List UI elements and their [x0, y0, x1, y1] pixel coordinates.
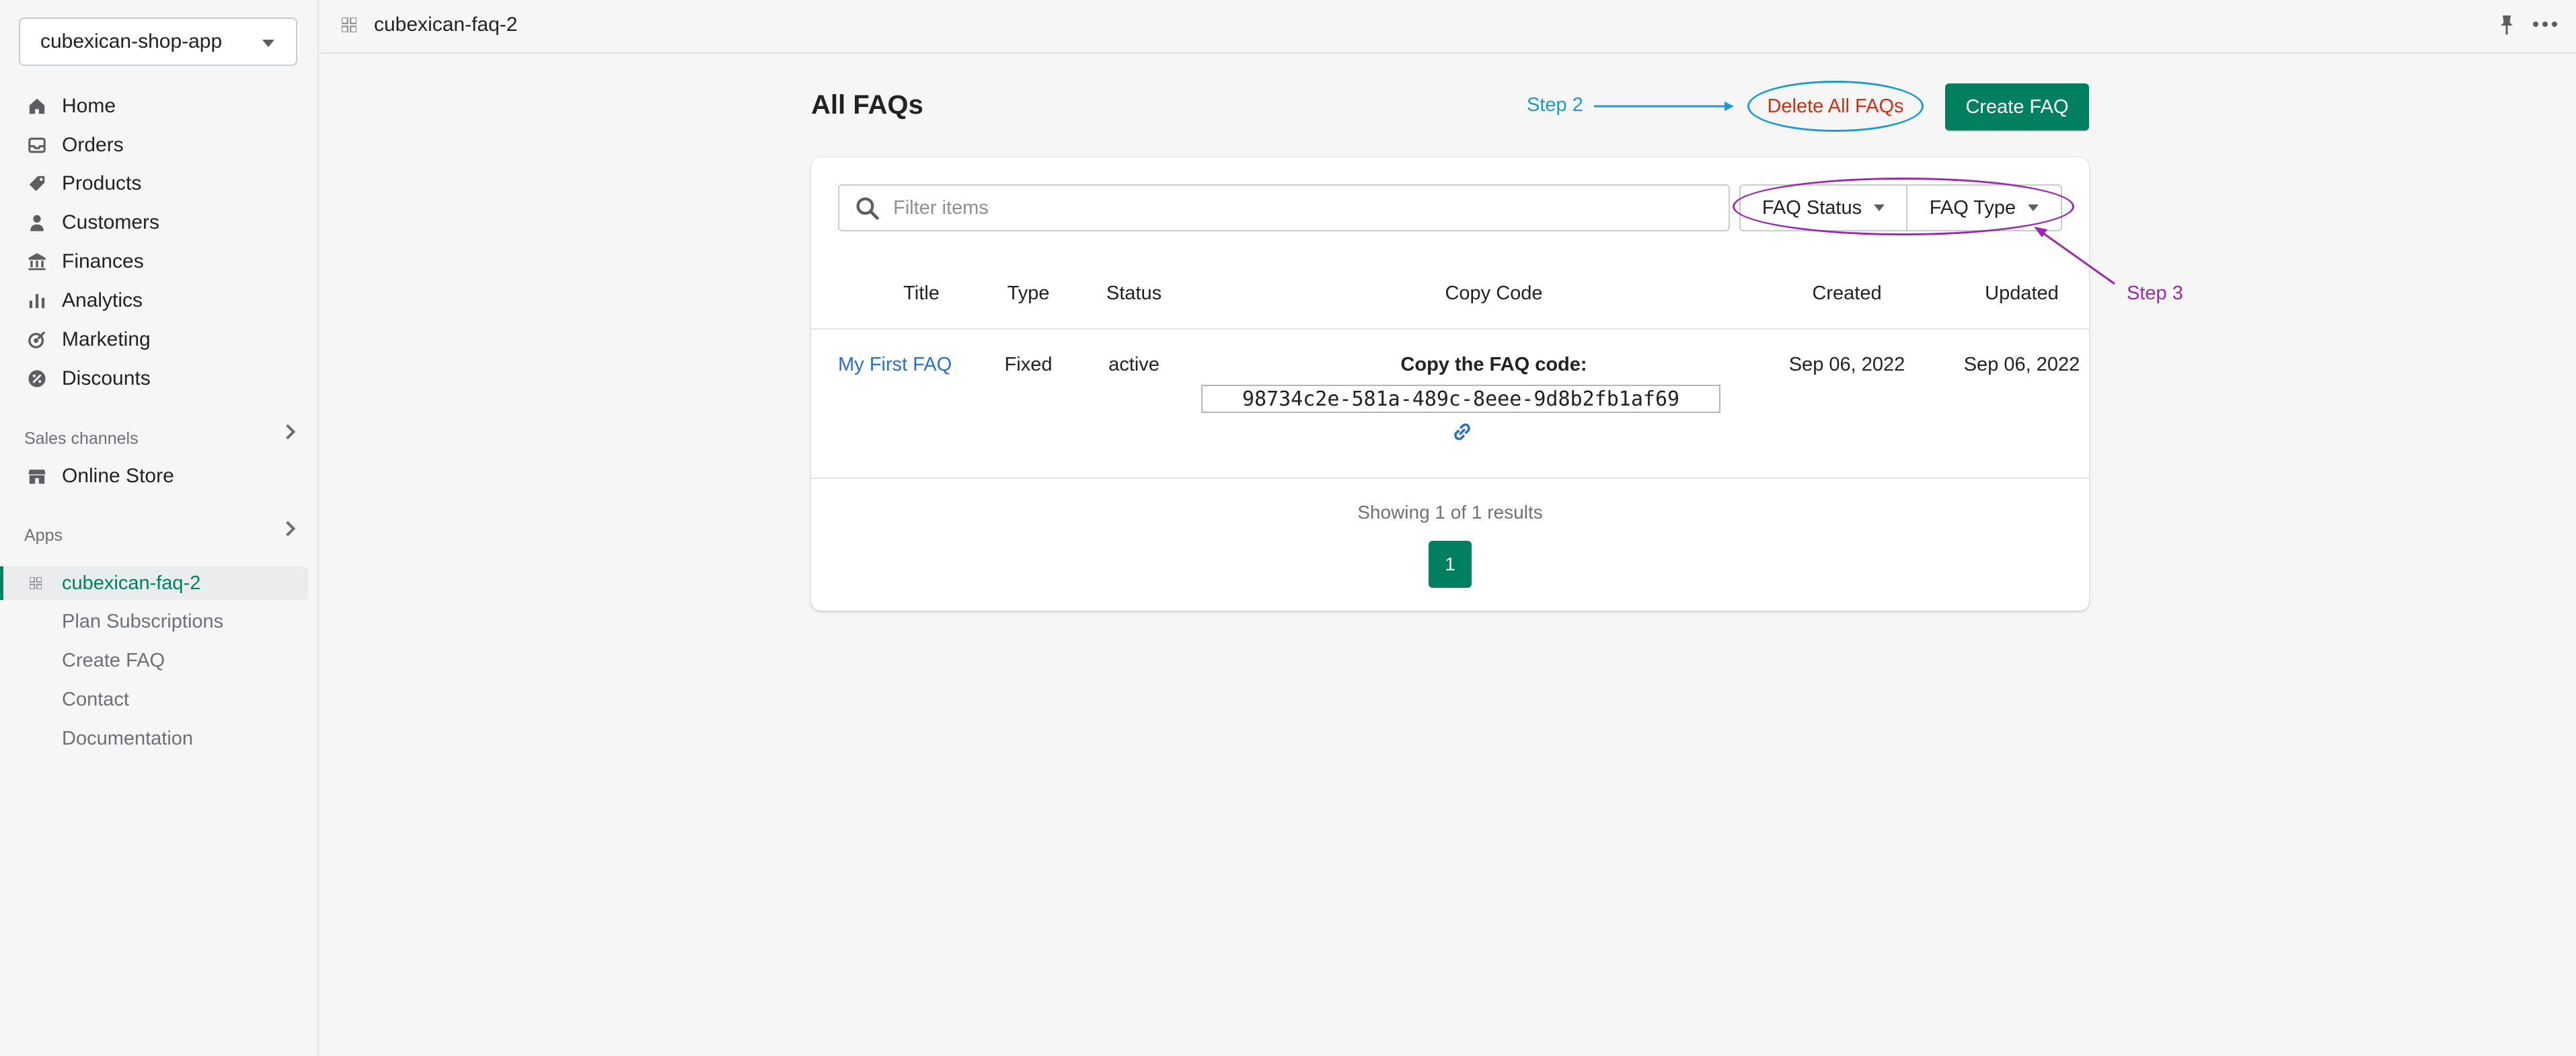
bar-chart-icon: [27, 291, 47, 311]
page-number: 1: [1445, 554, 1455, 574]
col-title-header: Title: [903, 282, 940, 304]
active-app-item[interactable]: cubexican-faq-2: [0, 566, 308, 600]
store-icon: [27, 466, 47, 486]
create-faq-button[interactable]: Create FAQ: [1945, 83, 2089, 130]
active-app-label: cubexican-faq-2: [62, 572, 201, 594]
target-icon: [27, 330, 47, 350]
caret-down-icon: [1874, 204, 1885, 211]
nav-marketing-label: Marketing: [62, 328, 151, 350]
sales-channels-section: Sales channels: [24, 424, 296, 449]
nav-products-label: Products: [62, 172, 142, 194]
home-icon: [27, 96, 47, 116]
nav-discounts-label: Discounts: [62, 367, 151, 389]
delete-all-faqs-label: Delete All FAQs: [1767, 95, 1904, 117]
col-type-header: Type: [1007, 282, 1050, 304]
active-indicator: [0, 566, 3, 600]
bank-icon: [27, 252, 47, 272]
sales-channels-label: Sales channels: [24, 429, 139, 448]
faq-type-label: FAQ Type: [1929, 196, 2016, 219]
apps-label: Apps: [24, 526, 63, 545]
search-icon: [856, 196, 880, 226]
col-status-header: Status: [1106, 282, 1162, 304]
tag-icon: [27, 174, 47, 194]
step3-arrow: [2034, 227, 2115, 285]
copy-code-heading: Copy the FAQ code:: [1400, 354, 1587, 375]
nav-analytics-label: Analytics: [62, 289, 143, 311]
table-cell-created: Sep 06, 2022: [1788, 354, 1905, 375]
sidebar: cubexican-shop-app Home Orders Products: [0, 0, 319, 1056]
person-icon: [27, 213, 47, 233]
faq-type-filter-button[interactable]: FAQ Type: [1907, 186, 2061, 230]
nav-finances-label: Finances: [62, 250, 144, 272]
faq-status-filter-button[interactable]: FAQ Status: [1741, 186, 1907, 230]
table-divider: [811, 328, 2089, 330]
nav-orders-label: Orders: [62, 134, 124, 156]
inbox-icon: [27, 135, 47, 155]
more-actions-icon[interactable]: [2533, 22, 2557, 27]
table-cell-updated: Sep 06, 2022: [1963, 354, 2080, 375]
chevron-right-icon[interactable]: [280, 424, 296, 440]
table-cell-status: active: [1108, 354, 1160, 375]
faq-list-card: Filter items FAQ Status FAQ Type Title T…: [811, 157, 2089, 611]
nav-customers-label: Customers: [62, 211, 160, 233]
caret-down-icon: [2028, 204, 2039, 211]
app-grid-icon: [340, 16, 358, 34]
create-faq-label: Create FAQ: [1965, 96, 2069, 118]
filter-input[interactable]: Filter items: [838, 184, 1730, 231]
link-icon[interactable]: [1450, 420, 1474, 447]
col-copy-code-header: Copy Code: [1445, 282, 1543, 304]
step3-annotation: Step 3: [2127, 282, 2183, 304]
faq-title-link[interactable]: My First FAQ: [838, 354, 952, 375]
nav-customers[interactable]: Customers: [27, 206, 159, 239]
results-count: Showing 1 of 1 results: [1357, 502, 1543, 523]
nav-orders[interactable]: Orders: [27, 128, 124, 162]
col-created-header: Created: [1812, 282, 1882, 304]
faq-code-field[interactable]: 98734c2e-581a-489c-8eee-9d8b2fb1af69: [1201, 385, 1720, 413]
pin-icon[interactable]: [2497, 13, 2517, 38]
store-selector[interactable]: cubexican-shop-app: [19, 17, 297, 66]
apps-section: Apps: [24, 521, 296, 545]
pagination-page-button[interactable]: 1: [1429, 541, 1472, 588]
page-title: All FAQs: [811, 90, 923, 120]
nav-analytics[interactable]: Analytics: [27, 284, 143, 317]
faq-status-label: FAQ Status: [1761, 196, 1862, 219]
delete-all-faqs-button[interactable]: Delete All FAQs: [1747, 81, 1924, 132]
subnav-contact[interactable]: Contact: [62, 689, 129, 711]
table-row-title-link[interactable]: My First FAQ: [838, 354, 952, 376]
subnav-documentation[interactable]: Documentation: [62, 728, 193, 750]
subnav-plan-subscriptions[interactable]: Plan Subscriptions: [62, 611, 223, 633]
caret-down-icon: [262, 40, 274, 47]
step2-annotation: Step 2: [1527, 94, 1583, 116]
table-divider: [811, 478, 2089, 479]
step2-arrow: [1594, 102, 1734, 111]
filter-button-group: FAQ Status FAQ Type: [1739, 184, 2062, 231]
nav-online-store[interactable]: Online Store: [27, 459, 174, 493]
nav-home-label: Home: [62, 95, 116, 117]
nav-online-store-label: Online Store: [62, 465, 174, 487]
faq-code-value: 98734c2e-581a-489c-8eee-9d8b2fb1af69: [1242, 387, 1680, 411]
subnav-create-faq[interactable]: Create FAQ: [62, 650, 165, 672]
app-grid-icon: [29, 576, 42, 593]
top-bar: cubexican-faq-2: [320, 0, 2576, 54]
app-window: cubexican-shop-app Home Orders Products: [0, 0, 2576, 1056]
nav-finances[interactable]: Finances: [27, 245, 144, 278]
chevron-right-icon[interactable]: [280, 521, 296, 537]
table-cell-type: Fixed: [1004, 354, 1053, 375]
discount-icon: [27, 369, 47, 389]
app-title: cubexican-faq-2: [374, 13, 518, 36]
nav-marketing[interactable]: Marketing: [27, 323, 151, 356]
nav-products[interactable]: Products: [27, 167, 141, 200]
store-name: cubexican-shop-app: [40, 30, 223, 52]
nav-discounts[interactable]: Discounts: [27, 362, 151, 395]
nav-home[interactable]: Home: [27, 89, 116, 123]
filter-placeholder: Filter items: [893, 196, 989, 219]
